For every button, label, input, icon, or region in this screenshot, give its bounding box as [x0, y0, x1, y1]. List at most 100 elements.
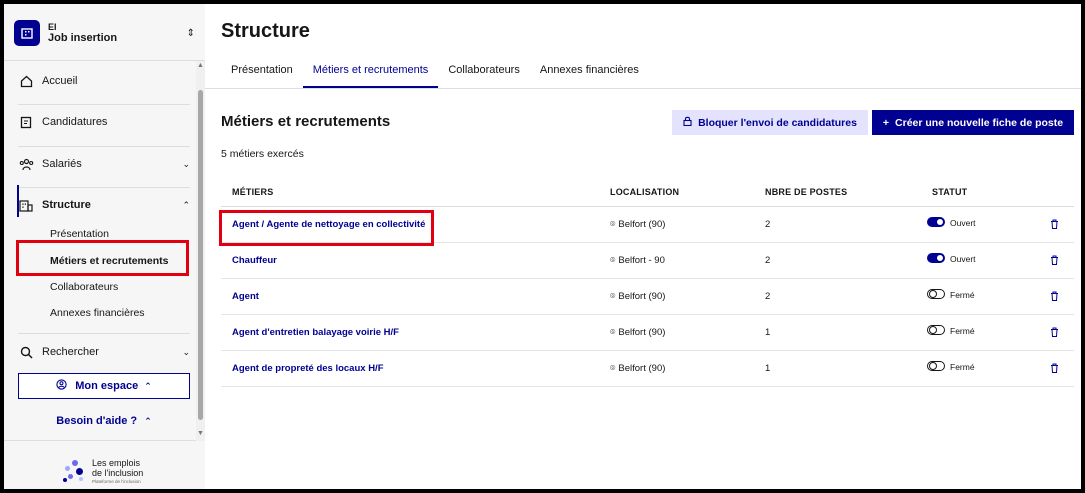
map-pin-icon: ⌾: [610, 363, 616, 373]
job-link[interactable]: Agent: [232, 291, 259, 302]
location-cell: ⌾ Belfort (90): [610, 219, 665, 230]
highlight-box-sidebar: [16, 240, 189, 276]
divider: [18, 146, 190, 147]
location-cell: ⌾ Belfort (90): [610, 363, 665, 374]
status-text: Fermé: [950, 290, 975, 300]
mon-espace-button[interactable]: Mon espace ⌃: [18, 373, 190, 399]
tabs: Présentation Métiers et recrutements Col…: [221, 56, 649, 88]
divider: [18, 104, 190, 105]
tabs-divider: [205, 88, 1081, 89]
create-job-button[interactable]: + Créer une nouvelle fiche de poste: [872, 110, 1074, 135]
tab-annexes[interactable]: Annexes financières: [530, 56, 649, 88]
sidebar-item-accueil[interactable]: Accueil: [18, 66, 190, 96]
trash-icon[interactable]: [1050, 255, 1060, 267]
status-toggle[interactable]: [927, 325, 945, 335]
brand-logo[interactable]: Les emplois de l'inclusion Plateforme de…: [62, 458, 143, 484]
status-toggle[interactable]: [927, 289, 945, 299]
status-toggle[interactable]: [927, 361, 945, 371]
job-link[interactable]: Agent d'entretien balayage voirie H/F: [232, 327, 399, 338]
divider: [4, 440, 205, 441]
table-row: Agent d'entretien balayage voirie H/F ⌾ B…: [221, 315, 1074, 351]
tab-presentation[interactable]: Présentation: [221, 56, 303, 88]
status-toggle[interactable]: [927, 217, 945, 227]
tab-collaborateurs[interactable]: Collaborateurs: [438, 56, 530, 88]
divider: [18, 187, 190, 188]
section-title: Métiers et recrutements: [221, 113, 391, 130]
status-toggle[interactable]: [927, 253, 945, 263]
chevron-up-icon: ⌃: [144, 380, 152, 391]
team-icon: [18, 156, 34, 172]
location-text: Belfort - 90: [618, 255, 665, 266]
divider: [18, 333, 190, 334]
job-link[interactable]: Agent de propreté des locaux H/F: [232, 363, 384, 374]
location-cell: ⌾ Belfort (90): [610, 327, 665, 338]
chevron-up-icon: ⌃: [144, 416, 152, 426]
sidebar-item-label: Salariés: [42, 158, 82, 170]
location-text: Belfort (90): [618, 219, 666, 230]
location-text: Belfort (90): [618, 291, 666, 302]
highlight-box-row: [219, 210, 434, 246]
chevron-up-icon: ⌃: [182, 199, 190, 210]
sidebar-subitem-annexes[interactable]: Annexes financières: [50, 307, 145, 319]
block-applications-label: Bloquer l'envoi de candidatures: [698, 116, 857, 129]
org-type: EI: [48, 21, 57, 32]
sidebar-item-structure[interactable]: Structure ⌃: [18, 190, 190, 220]
map-pin-icon: ⌾: [610, 255, 616, 265]
sidebar-item-candidatures[interactable]: Candidatures: [18, 107, 190, 137]
status-text: Fermé: [950, 326, 975, 336]
job-link[interactable]: Chauffeur: [232, 255, 277, 266]
column-header-metiers: MÉTIERS: [232, 187, 274, 197]
sidebar: EI Job insertion ⇕ Accueil Candidatures: [4, 4, 205, 489]
create-job-label: Créer une nouvelle fiche de poste: [895, 116, 1064, 129]
help-menu-button[interactable]: Besoin d'aide ? ⌃: [18, 415, 190, 427]
location-text: Belfort (90): [618, 363, 666, 374]
sidebar-item-label: Accueil: [42, 75, 78, 87]
posts-cell: 2: [765, 255, 771, 266]
sidebar-item-salaries[interactable]: Salariés ⌄: [18, 149, 190, 179]
trash-icon[interactable]: [1050, 327, 1060, 339]
org-switcher[interactable]: EI Job insertion ⇕: [14, 14, 195, 52]
block-applications-button[interactable]: Bloquer l'envoi de candidatures: [672, 110, 868, 135]
building-icon: [18, 197, 34, 213]
scroll-down-icon[interactable]: ▼: [196, 430, 205, 437]
posts-cell: 2: [765, 219, 771, 230]
page-title: Structure: [221, 20, 310, 42]
brand-line-2: de l'inclusion: [92, 468, 144, 479]
tab-metiers[interactable]: Métiers et recrutements: [302, 56, 439, 88]
status-text: Ouvert: [950, 254, 976, 264]
help-label: Besoin d'aide ?: [56, 415, 138, 427]
chevron-up-down-icon: ⇕: [186, 27, 195, 39]
trash-icon[interactable]: [1050, 219, 1060, 231]
table-header: MÉTIERS LOCALISATION NBRE DE POSTES STAT…: [221, 178, 1074, 207]
document-edit-icon: [18, 114, 34, 130]
location-text: Belfort (90): [618, 327, 666, 338]
location-cell: ⌾ Belfort - 90: [610, 255, 665, 266]
map-pin-icon: ⌾: [610, 327, 616, 337]
scrollbar-thumb[interactable]: [198, 90, 203, 420]
posts-cell: 1: [765, 363, 771, 374]
brand-tagline: Plateforme de l'inclusion: [92, 478, 141, 484]
trash-icon[interactable]: [1050, 363, 1060, 375]
main-content: Structure Présentation Métiers et recrut…: [205, 4, 1081, 489]
brand-line-1: Les emplois: [92, 458, 141, 468]
sidebar-item-label: Structure: [42, 199, 91, 211]
user-circle-icon: [56, 379, 67, 393]
sidebar-subitem-presentation[interactable]: Présentation: [50, 228, 109, 240]
trash-icon[interactable]: [1050, 291, 1060, 303]
chevron-down-icon: ⌄: [182, 158, 190, 169]
scroll-up-icon[interactable]: ▲: [196, 62, 205, 69]
table-row: Agent de propreté des locaux H/F ⌾ Belfor…: [221, 351, 1074, 387]
map-pin-icon: ⌾: [610, 291, 616, 301]
map-pin-icon: ⌾: [610, 219, 616, 229]
home-icon: [18, 73, 34, 89]
posts-cell: 1: [765, 327, 771, 338]
column-header-localisation: LOCALISATION: [610, 187, 680, 197]
posts-cell: 2: [765, 291, 771, 302]
column-header-statut: STATUT: [932, 187, 968, 197]
chevron-down-icon: ⌄: [182, 346, 190, 357]
sidebar-subitem-collaborateurs[interactable]: Collaborateurs: [50, 281, 118, 293]
sidebar-item-rechercher[interactable]: Rechercher ⌄: [18, 337, 190, 367]
brand-dots-icon: [62, 458, 88, 484]
mon-espace-label: Mon espace: [75, 380, 139, 392]
search-icon: [18, 344, 34, 360]
